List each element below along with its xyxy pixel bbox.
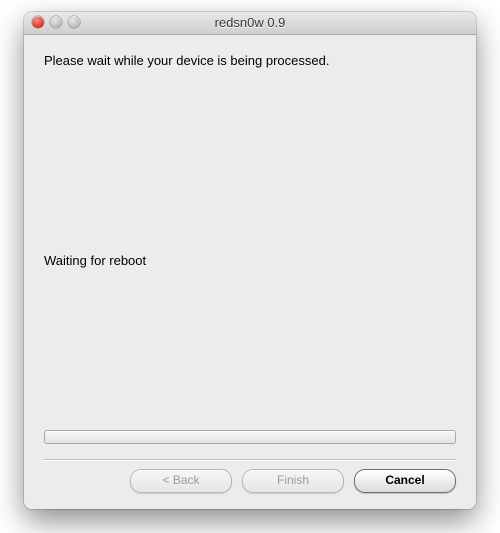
content-area: Please wait while your device is being p… — [24, 35, 476, 509]
wizard-buttons: < Back Finish Cancel — [130, 469, 456, 493]
cancel-button[interactable]: Cancel — [354, 469, 456, 493]
zoom-icon — [68, 16, 80, 28]
instruction-text: Please wait while your device is being p… — [44, 53, 456, 68]
window-controls — [32, 16, 80, 28]
window-title: redsn0w 0.9 — [215, 15, 286, 30]
minimize-icon — [50, 16, 62, 28]
divider — [44, 459, 456, 461]
back-button: < Back — [130, 469, 232, 493]
titlebar: redsn0w 0.9 — [24, 12, 476, 35]
app-window: redsn0w 0.9 Please wait while your devic… — [24, 12, 476, 509]
finish-button: Finish — [242, 469, 344, 493]
close-icon[interactable] — [32, 16, 44, 28]
progress-bar — [44, 430, 456, 444]
status-text: Waiting for reboot — [44, 253, 146, 268]
